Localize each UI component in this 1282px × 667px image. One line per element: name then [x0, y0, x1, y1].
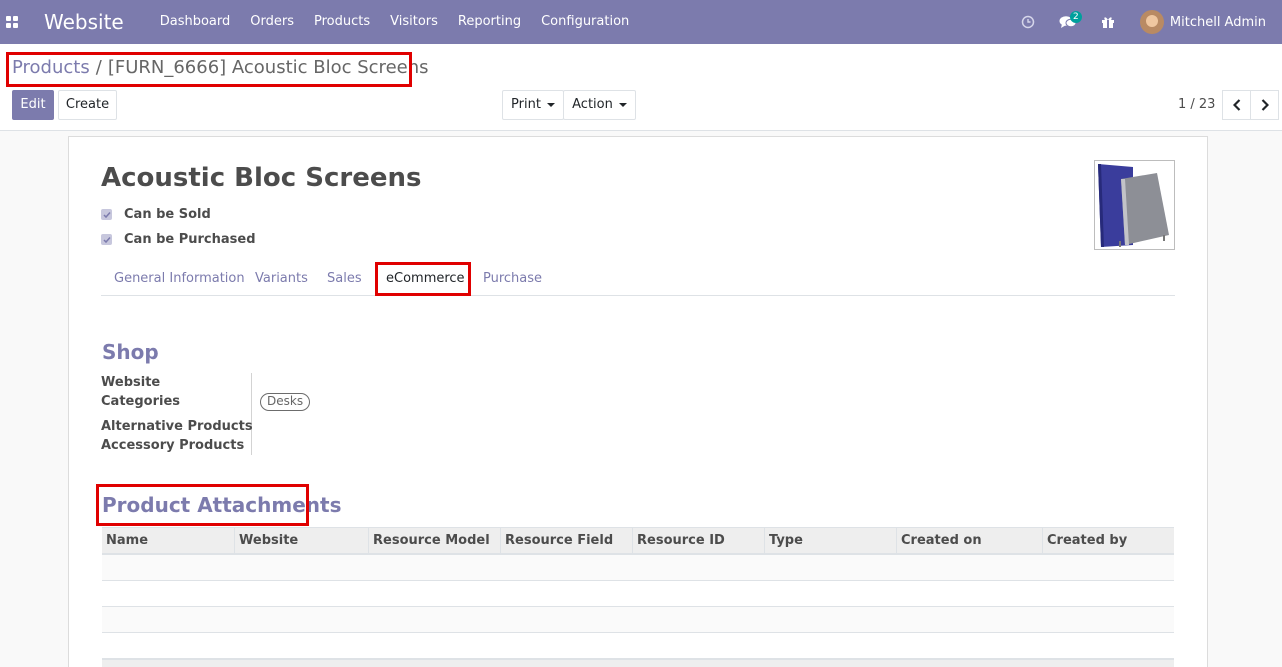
tab-variants[interactable]: Variants: [255, 262, 308, 296]
tab-general-information[interactable]: General Information: [114, 262, 245, 296]
tab-sales[interactable]: Sales: [327, 262, 362, 296]
breadcrumb-highlight: [6, 52, 412, 87]
column-created-on[interactable]: Created on: [896, 528, 1042, 554]
action-dropdown[interactable]: Action: [563, 90, 636, 120]
shop-section-title: Shop: [102, 340, 159, 364]
can-be-sold-row: Can be Sold: [101, 207, 211, 222]
caret-down-icon: [618, 102, 627, 107]
field-divider: [251, 373, 252, 455]
apps-menu-icon[interactable]: [0, 0, 24, 44]
table-row: [102, 581, 1174, 607]
table-row: [102, 555, 1174, 581]
print-dropdown[interactable]: Print: [502, 90, 564, 120]
website-categories-label-line1: Website: [101, 375, 161, 390]
table-header: Name Website Resource Model Resource Fie…: [102, 527, 1174, 555]
form-tabs: General Information Variants Sales eComm…: [101, 262, 1175, 296]
can-be-purchased-label: Can be Purchased: [124, 232, 256, 247]
gift-icon[interactable]: [1088, 0, 1128, 44]
column-name[interactable]: Name: [102, 528, 234, 554]
alternative-products-label: Alternative Products: [101, 419, 253, 434]
pager-value[interactable]: 1 / 23: [1178, 97, 1215, 112]
accessory-products-label: Accessory Products: [101, 438, 245, 453]
attachments-title-highlight: [96, 484, 309, 526]
attachments-table: Name Website Resource Model Resource Fie…: [102, 527, 1174, 667]
column-created-by[interactable]: Created by: [1042, 528, 1174, 554]
main-menu: Dashboard Orders Products Visitors Repor…: [150, 0, 640, 44]
app-name[interactable]: Website: [44, 10, 124, 34]
can-be-purchased-checkbox[interactable]: [101, 234, 112, 245]
chevron-left-icon: [1232, 99, 1240, 111]
avatar: [1139, 10, 1164, 34]
caret-down-icon: [546, 102, 555, 107]
website-categories-label-line2: Categories: [101, 394, 181, 409]
clock-icon[interactable]: [1008, 0, 1048, 44]
menu-item-visitors[interactable]: Visitors: [380, 0, 448, 44]
column-type[interactable]: Type: [764, 528, 896, 554]
can-be-sold-label: Can be Sold: [124, 207, 211, 222]
column-resource-model[interactable]: Resource Model: [368, 528, 500, 554]
column-resource-id[interactable]: Resource ID: [632, 528, 764, 554]
user-menu[interactable]: Mitchell Admin: [1128, 0, 1282, 44]
table-row: [102, 607, 1174, 633]
table-footer: [102, 659, 1174, 667]
product-name: Acoustic Bloc Screens: [101, 163, 422, 193]
chat-icon[interactable]: 2: [1048, 0, 1088, 44]
create-button[interactable]: Create: [58, 90, 117, 120]
top-navbar: Website Dashboard Orders Products Visito…: [0, 0, 1282, 44]
action-label: Action: [572, 97, 613, 112]
can-be-sold-checkbox[interactable]: [101, 209, 112, 220]
product-image[interactable]: [1094, 160, 1175, 250]
menu-item-products[interactable]: Products: [304, 0, 380, 44]
pager-previous-button[interactable]: [1222, 90, 1251, 120]
message-count-badge: 2: [1069, 11, 1082, 23]
user-name: Mitchell Admin: [1169, 14, 1266, 30]
chevron-right-icon: [1261, 99, 1269, 111]
menu-item-dashboard[interactable]: Dashboard: [150, 0, 241, 44]
menu-item-reporting[interactable]: Reporting: [448, 0, 531, 44]
can-be-purchased-row: Can be Purchased: [101, 232, 256, 247]
ecommerce-tab-highlight: [375, 262, 471, 296]
print-label: Print: [511, 97, 541, 112]
column-resource-field[interactable]: Resource Field: [500, 528, 632, 554]
column-website[interactable]: Website: [234, 528, 368, 554]
table-row: [102, 633, 1174, 659]
tab-purchase[interactable]: Purchase: [483, 262, 542, 296]
category-tag-desks[interactable]: Desks: [260, 393, 311, 411]
menu-item-orders[interactable]: Orders: [240, 0, 304, 44]
menu-item-configuration[interactable]: Configuration: [531, 0, 639, 44]
pager-next-button[interactable]: [1250, 90, 1279, 120]
edit-button[interactable]: Edit: [12, 90, 54, 120]
